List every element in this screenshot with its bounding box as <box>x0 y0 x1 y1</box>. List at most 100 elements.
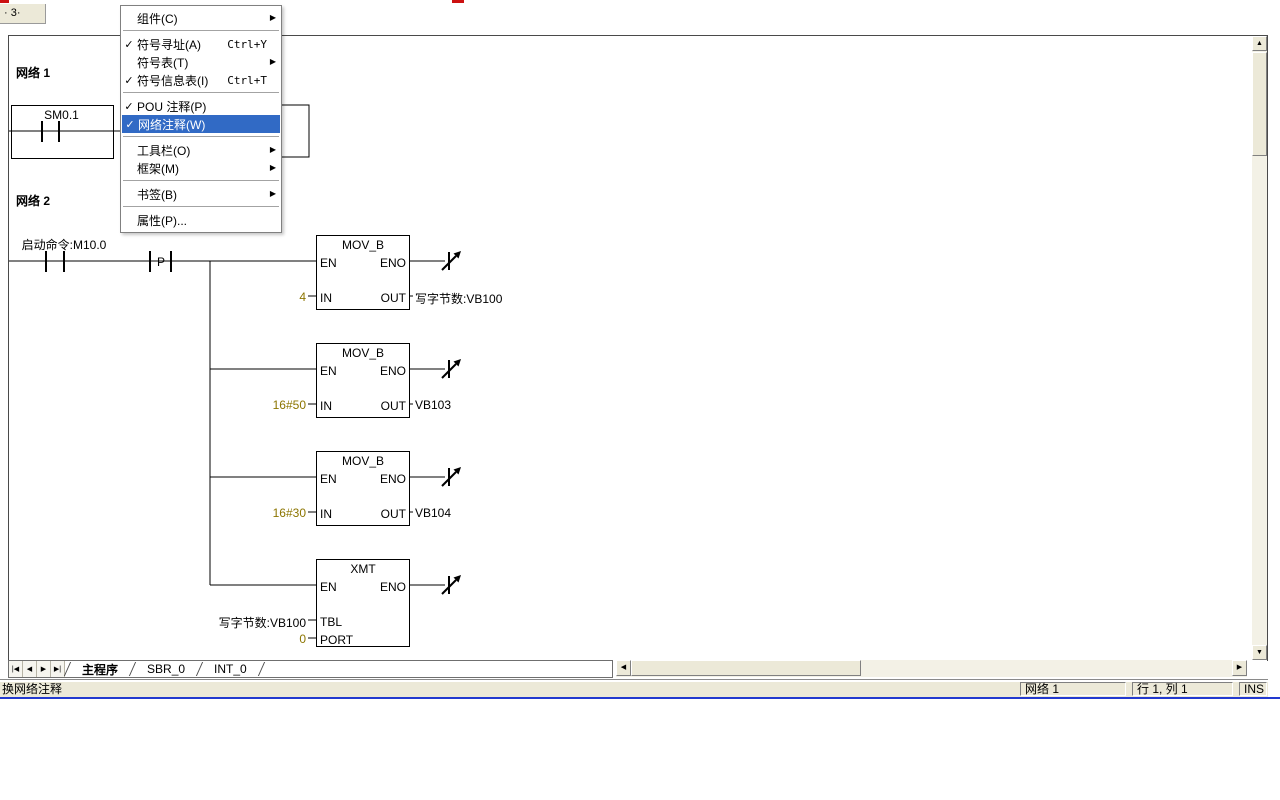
submenu-arrow-icon: ▶ <box>270 146 276 154</box>
box-eno-label: ENO <box>380 580 406 594</box>
view-dropdown-menu: 组件(C) ▶ ✓ 符号寻址(A) Ctrl+Y 符号表(T) ▶ ✓ 符号信息… <box>120 5 282 233</box>
box-out-label: OUT <box>381 507 406 521</box>
status-bar: 换网络注释 网络 1 行 1, 列 1 INS <box>0 682 1268 697</box>
toolbar-fragment-text: · 3· <box>4 7 21 19</box>
menu-shortcut: Ctrl+T <box>227 74 267 87</box>
network1-label: 网络 1 <box>16 64 50 81</box>
arrow-down-icon: ▼ <box>1256 649 1263 656</box>
box-in-label: IN <box>320 507 332 521</box>
menu-shortcut: Ctrl+Y <box>227 38 267 51</box>
contact-start-command[interactable] <box>46 251 64 272</box>
vertical-scrollbar-thumb[interactable] <box>1252 52 1267 156</box>
box-out-label: OUT <box>381 399 406 413</box>
open-wire-arrow-icon <box>442 467 461 486</box>
box-port-label: PORT <box>320 633 353 647</box>
menu-item-components[interactable]: 组件(C) ▶ <box>121 9 281 27</box>
box-title: XMT <box>317 562 409 576</box>
tab-nav-first-button[interactable]: |◀ <box>9 661 23 677</box>
status-message: 换网络注释 <box>2 682 62 697</box>
app-screen: · 3· <box>0 0 1280 800</box>
menu-item-frame[interactable]: 框架(M) ▶ <box>121 159 281 177</box>
tab-label: INT_0 <box>214 662 247 676</box>
network2-label: 网络 2 <box>16 192 50 209</box>
operand-tbl-value[interactable]: 写字节数:VB100 <box>206 614 306 631</box>
mov-b-box-3[interactable]: MOV_B EN ENO IN OUT <box>316 451 410 526</box>
menu-item-symbol-info-table[interactable]: ✓ 符号信息表(I) Ctrl+T <box>121 71 281 89</box>
tab-label: 主程序 <box>82 661 118 678</box>
tab-nav-prev-button[interactable]: ◀ <box>23 661 37 677</box>
check-icon: ✓ <box>121 74 137 87</box>
menu-item-pou-comments[interactable]: ✓ POU 注释(P) <box>121 97 281 115</box>
status-cursor-panel: 行 1, 列 1 <box>1132 682 1233 696</box>
tab-sbr0[interactable]: SBR_0 <box>135 661 197 677</box>
nav-prev-icon: ◀ <box>27 665 32 673</box>
menu-separator <box>121 203 281 211</box>
toolbar-fragment[interactable]: · 3· <box>0 4 46 24</box>
operand-out-value-2[interactable]: VB103 <box>415 398 451 412</box>
red-mark <box>0 0 9 3</box>
menu-item-properties[interactable]: 属性(P)... <box>121 211 281 229</box>
menu-separator <box>121 27 281 35</box>
status-insert-mode-panel: INS <box>1239 682 1267 696</box>
arrow-up-icon: ▲ <box>1256 40 1263 47</box>
box-in-label: IN <box>320 399 332 413</box>
box-title: MOV_B <box>317 454 409 468</box>
operand-in-value-1[interactable]: 4 <box>246 290 306 304</box>
box-title: MOV_B <box>317 346 409 360</box>
check-icon: ✓ <box>121 38 137 51</box>
check-icon: ✓ <box>122 118 138 131</box>
tab-int0[interactable]: INT_0 <box>202 661 259 677</box>
tab-main-program[interactable]: 主程序 <box>70 661 130 677</box>
tab-label: SBR_0 <box>147 662 185 676</box>
open-wire-arrow-icon <box>442 575 461 594</box>
menu-separator <box>121 177 281 185</box>
nav-first-icon: |◀ <box>12 665 19 673</box>
pou-tab-bar: |◀ ◀ ▶ ▶| 主程序 SBR_0 INT_0 <box>8 660 613 678</box>
scroll-down-button[interactable]: ▼ <box>1252 645 1267 660</box>
tab-nav-last-button[interactable]: ▶| <box>51 661 65 677</box>
menu-item-bookmarks[interactable]: 书签(B) ▶ <box>121 185 281 203</box>
horizontal-scrollbar-thumb[interactable] <box>631 660 861 676</box>
box-en-label: EN <box>320 364 337 378</box>
mov-b-box-1[interactable]: MOV_B EN ENO IN OUT <box>316 235 410 310</box>
menu-item-network-comments[interactable]: ✓ 网络注释(W) <box>122 115 280 133</box>
window-bottom-border <box>0 697 1280 699</box>
box-out-label: OUT <box>381 291 406 305</box>
statusbar-divider <box>0 679 1268 680</box>
operand-out-value-3[interactable]: VB104 <box>415 506 451 520</box>
menu-item-symbolic-addressing[interactable]: ✓ 符号寻址(A) Ctrl+Y <box>121 35 281 53</box>
box-en-label: EN <box>320 472 337 486</box>
xmt-box[interactable]: XMT EN ENO TBL PORT <box>316 559 410 647</box>
box-tbl-label: TBL <box>320 615 342 629</box>
status-network-panel: 网络 1 <box>1020 682 1126 696</box>
open-wire-arrow-icon <box>442 251 461 270</box>
scroll-up-button[interactable]: ▲ <box>1252 36 1267 51</box>
contact-label-sm01: SM0.1 <box>11 108 112 122</box>
submenu-arrow-icon: ▶ <box>270 14 276 22</box>
pulse-contact-label: P <box>150 255 172 269</box>
menu-separator <box>121 89 281 97</box>
box-en-label: EN <box>320 256 337 270</box>
operand-in-value-2[interactable]: 16#50 <box>246 398 306 412</box>
box-eno-label: ENO <box>380 256 406 270</box>
tab-nav-next-button[interactable]: ▶ <box>37 661 51 677</box>
nav-next-icon: ▶ <box>41 665 46 673</box>
editor-border-right <box>1267 35 1268 661</box>
check-icon: ✓ <box>121 100 137 113</box>
scroll-left-button[interactable]: ◀ <box>616 660 631 676</box>
menu-item-toolbars[interactable]: 工具栏(O) ▶ <box>121 141 281 159</box>
open-wire-arrow-icon <box>442 359 461 378</box>
operand-out-value-1[interactable]: 写字节数:VB100 <box>415 290 502 307</box>
operand-port-value[interactable]: 0 <box>246 632 306 646</box>
box-eno-label: ENO <box>380 364 406 378</box>
box-eno-label: ENO <box>380 472 406 486</box>
operand-in-value-3[interactable]: 16#30 <box>246 506 306 520</box>
mov-b-box-2[interactable]: MOV_B EN ENO IN OUT <box>316 343 410 418</box>
scroll-right-button[interactable]: ▶ <box>1232 660 1247 676</box>
horizontal-scrollbar[interactable]: ◀ ▶ <box>616 660 1247 677</box>
red-mark <box>452 0 464 3</box>
vertical-scrollbar[interactable]: ▲ ▼ <box>1252 36 1267 660</box>
box-title: MOV_B <box>317 238 409 252</box>
menu-item-symbol-table[interactable]: 符号表(T) ▶ <box>121 53 281 71</box>
arrow-right-icon: ▶ <box>1237 664 1242 671</box>
